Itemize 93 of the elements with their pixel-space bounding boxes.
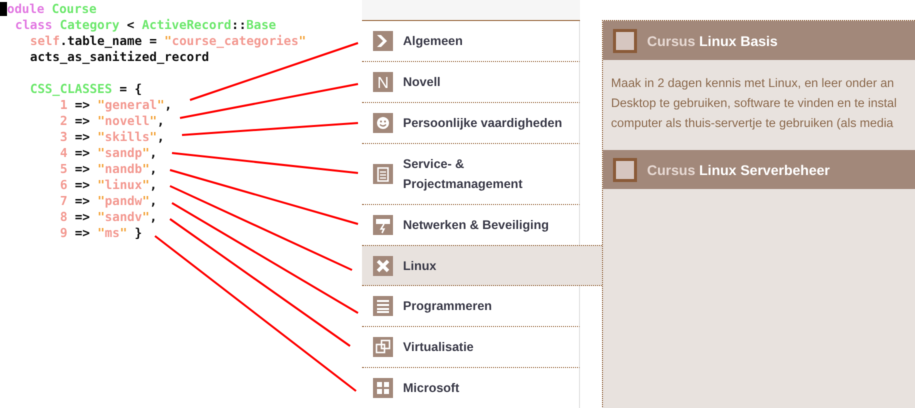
code-token: , bbox=[150, 193, 158, 209]
code-token: sandp bbox=[104, 145, 142, 161]
code-token: , bbox=[150, 145, 158, 161]
code-token: , bbox=[164, 97, 172, 113]
code-token: :: bbox=[231, 17, 246, 33]
code-token: " bbox=[97, 113, 105, 129]
course-title: Cursus Linux Basis bbox=[647, 32, 778, 48]
code-token: " bbox=[142, 193, 150, 209]
menu-item[interactable]: Persoonlijke vaardigheden bbox=[362, 103, 580, 144]
course-title: Cursus Linux Serverbeheer bbox=[647, 162, 830, 178]
code-token: " bbox=[298, 33, 306, 49]
code-token: 6 bbox=[60, 177, 68, 193]
letter-icon: N bbox=[373, 72, 393, 92]
checkbox[interactable] bbox=[613, 28, 637, 52]
code-token: , bbox=[157, 113, 164, 129]
code-token: sandv bbox=[104, 209, 142, 225]
code-token: 2 bbox=[60, 113, 68, 129]
code-token: Category bbox=[60, 17, 120, 33]
code-token: , bbox=[150, 177, 158, 193]
code-token: " bbox=[97, 177, 105, 193]
code-token: " bbox=[97, 161, 105, 177]
code-token: Base bbox=[246, 17, 276, 33]
code-token: " bbox=[150, 129, 158, 145]
code-token: " bbox=[164, 33, 172, 49]
code-token: ms bbox=[104, 225, 120, 241]
code-token: odule bbox=[7, 1, 46, 17]
code-token: course_categories bbox=[172, 33, 299, 49]
code-token: general bbox=[104, 97, 157, 113]
code-token: nandb bbox=[104, 161, 142, 177]
code-token: => bbox=[74, 161, 91, 177]
menu-item[interactable]: N Novell bbox=[362, 62, 580, 103]
code-token: class bbox=[15, 17, 54, 33]
x-icon bbox=[373, 256, 393, 276]
sign-icon bbox=[373, 215, 393, 235]
code-token: 8 bbox=[60, 209, 68, 225]
code-token: 5 bbox=[60, 161, 68, 177]
code-token: " bbox=[97, 193, 105, 209]
code-token: 7 bbox=[60, 193, 68, 209]
code-token: " bbox=[97, 225, 105, 241]
code-token: " bbox=[142, 177, 150, 193]
menu-item[interactable]: Service- & Projectmanagement bbox=[362, 144, 580, 205]
code-token: linux bbox=[104, 177, 142, 193]
code-token: , bbox=[150, 209, 158, 225]
code-token: => bbox=[74, 193, 91, 209]
code-token: acts_as_sanitized_record bbox=[30, 49, 210, 65]
code-token: " bbox=[97, 209, 105, 225]
code-token: , bbox=[157, 129, 164, 145]
code-token: < bbox=[126, 17, 136, 33]
code-token: " bbox=[120, 225, 128, 241]
code-token: " bbox=[157, 97, 164, 113]
menu-item[interactable]: Programmeren bbox=[362, 286, 580, 327]
menu-item[interactable]: Algemeen bbox=[362, 21, 580, 62]
code-token: 4 bbox=[60, 145, 68, 161]
code-token: => bbox=[74, 209, 91, 225]
code-token: => bbox=[74, 177, 91, 193]
code-token: } bbox=[134, 225, 142, 241]
code-token: 1 bbox=[60, 97, 68, 113]
code-token: " bbox=[142, 145, 150, 161]
stack-icon bbox=[373, 296, 393, 316]
code-token: " bbox=[142, 161, 150, 177]
code-token: self bbox=[30, 33, 60, 49]
code-token: = { bbox=[118, 81, 142, 97]
code-token: .table_name = bbox=[60, 33, 158, 49]
code-token: CSS_CLASSES bbox=[30, 81, 112, 97]
code-token: " bbox=[150, 113, 158, 129]
code-token: pandw bbox=[104, 193, 142, 209]
code-token: " bbox=[97, 97, 105, 113]
code-token: => bbox=[74, 129, 91, 145]
code-token: , bbox=[150, 161, 158, 177]
course-description: computer als thuis-servertje te gebruiken (als media bbox=[611, 115, 894, 132]
menu-item[interactable]: Virtualisatie bbox=[362, 327, 580, 368]
code-token: => bbox=[74, 145, 91, 161]
overlapping-squares-icon bbox=[373, 337, 393, 357]
clipboard-icon bbox=[373, 164, 393, 184]
code-token: Course bbox=[52, 1, 97, 17]
checkbox[interactable] bbox=[613, 158, 637, 182]
code-token: " bbox=[97, 145, 105, 161]
course-description: Maak in 2 dagen kennis met Linux, en leer onder an bbox=[611, 75, 896, 92]
course-description: Desktop te gebruiken, software te vinden en te instal bbox=[611, 95, 898, 112]
code-token: => bbox=[74, 113, 91, 129]
grid-icon bbox=[373, 378, 393, 398]
code-token: ActiveRecord bbox=[142, 17, 232, 33]
menu-item[interactable]: Linux bbox=[362, 245, 602, 286]
code-token: 3 bbox=[60, 129, 68, 145]
code-token: " bbox=[97, 129, 105, 145]
code-token: skills bbox=[104, 129, 150, 145]
chevron-icon bbox=[373, 31, 393, 51]
code-token: => bbox=[74, 225, 91, 241]
code-token: 9 bbox=[60, 225, 68, 241]
code-token: " bbox=[142, 209, 150, 225]
code-token: => bbox=[74, 97, 91, 113]
smiley-icon bbox=[373, 113, 393, 133]
code-token: novell bbox=[104, 113, 150, 129]
